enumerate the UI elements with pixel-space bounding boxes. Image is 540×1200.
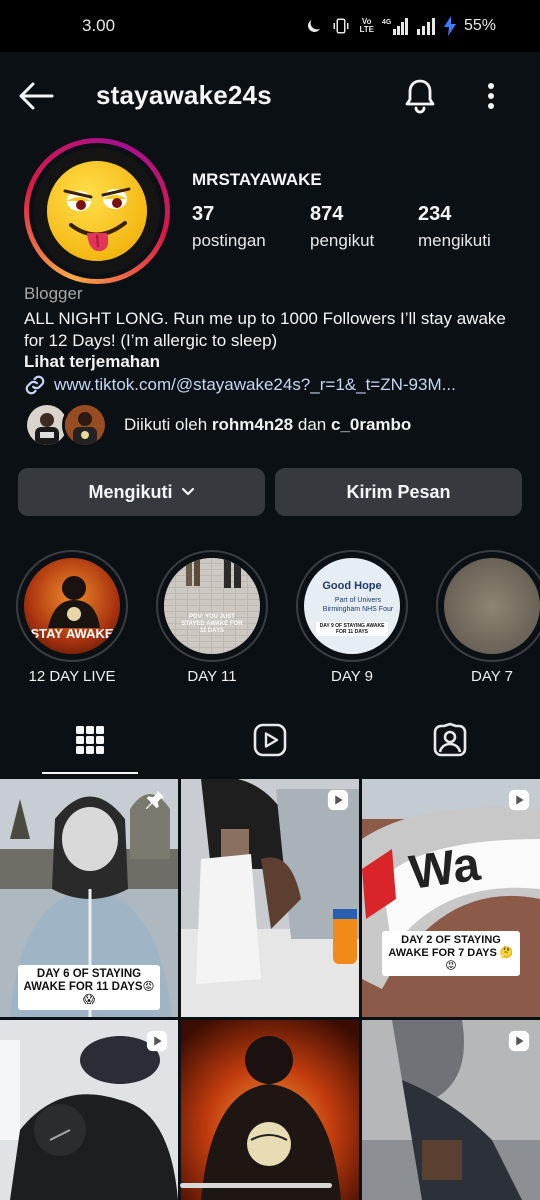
profile-link[interactable]: www.tiktok.com/@stayawake24s?_r=1&_t=ZN-… — [24, 374, 456, 396]
posts-count[interactable]: 37 postingan — [192, 203, 266, 251]
volte-icon: Vo LTE — [359, 17, 374, 34]
followers-count[interactable]: 874 pengikut — [310, 203, 374, 251]
highlight-label: DAY 9 — [331, 668, 373, 685]
grid-icon — [76, 726, 104, 754]
link-icon — [25, 375, 45, 395]
profile-header: stayawake24s — [0, 52, 540, 140]
profile-tabs — [0, 706, 540, 774]
highlight-day-11[interactable]: POV: YOU JUST STAYED AWAKE FOR 11 DAYS D… — [156, 550, 268, 685]
message-button[interactable]: Kirim Pesan — [275, 468, 522, 516]
followed-by-text: Diikuti oleh rohm4n28 dan c_0rambo — [124, 415, 412, 434]
signal-icon — [416, 17, 436, 35]
charging-icon — [443, 16, 456, 36]
reel-icon — [508, 1030, 530, 1052]
post-tile[interactable] — [181, 779, 359, 1017]
highlight-label: DAY 11 — [187, 668, 237, 685]
post-tile[interactable]: Wa DAY 2 OF STAYING AWAKE FOR 7 DAYS 🤔😡 — [362, 779, 540, 1017]
post-tile[interactable] — [0, 1020, 178, 1200]
profile-avatar-ring[interactable] — [24, 138, 170, 284]
pin-icon — [145, 790, 165, 810]
header-username: stayawake24s — [96, 80, 272, 110]
reel-icon — [327, 789, 349, 811]
highlight-label: 12 DAY LIVE — [28, 668, 116, 685]
tab-posts-grid[interactable] — [0, 706, 180, 774]
tagged-icon — [433, 722, 467, 757]
following-count[interactable]: 234 mengikuti — [418, 203, 491, 251]
highlight-day-7[interactable]: DAY 7 — [436, 550, 540, 685]
profile-link-text: www.tiktok.com/@stayawake24s?_r=1&_t=ZN-… — [54, 375, 456, 394]
vibrate-icon — [331, 17, 351, 35]
post-tile[interactable] — [181, 1020, 359, 1200]
profile-bio: ALL NIGHT LONG. Run me up to 1000 Follow… — [24, 309, 506, 350]
tab-tagged[interactable] — [360, 706, 540, 774]
highlight-day-9[interactable]: Good Hope Part of Univers Birmingham NHS… — [296, 550, 408, 685]
back-arrow-icon — [19, 82, 54, 110]
more-vertical-icon — [488, 83, 494, 109]
post-caption: DAY 2 OF STAYING AWAKE FOR 7 DAYS 🤔😡 — [382, 931, 520, 976]
profile-category: Blogger — [24, 284, 83, 303]
follower-avatar — [62, 402, 108, 448]
reel-icon — [146, 1030, 168, 1052]
signal-4g-icon: 4G — [382, 17, 408, 35]
highlight-12-day-live[interactable]: STAY AWAKE 12 DAY LIVE — [16, 550, 128, 685]
post-tile[interactable]: DAY 6 OF STAYING AWAKE FOR 11 DAYS😡😱 — [0, 779, 178, 1017]
highlight-label: DAY 7 — [471, 668, 513, 685]
chevron-down-icon — [181, 487, 194, 496]
notifications-button[interactable] — [400, 76, 440, 116]
tab-reels[interactable] — [180, 706, 360, 774]
reels-icon — [253, 723, 287, 757]
post-tile[interactable] — [362, 1020, 540, 1200]
status-time: 3.00 — [82, 16, 116, 35]
following-button[interactable]: Mengikuti — [18, 468, 265, 516]
moon-icon — [305, 17, 323, 35]
followed-by-row[interactable]: Diikuti oleh rohm4n28 dan c_0rambo — [24, 402, 411, 448]
display-name: MRSTAYAWAKE — [192, 170, 322, 189]
active-tab-indicator — [42, 772, 138, 774]
profile-avatar — [34, 148, 160, 274]
home-indicator[interactable] — [180, 1183, 332, 1188]
bell-icon — [405, 79, 435, 114]
status-icons: Vo LTE 4G 55% — [305, 16, 496, 36]
svg-text:Wa: Wa — [406, 838, 483, 900]
more-options-button[interactable] — [476, 78, 506, 114]
status-bar: 3.00 Vo LTE 4G 55% — [0, 0, 540, 52]
reel-icon — [508, 789, 530, 811]
see-translation-link[interactable]: Lihat terjemahan — [24, 352, 160, 372]
post-caption: DAY 6 OF STAYING AWAKE FOR 11 DAYS😡😱 — [18, 965, 160, 1010]
posts-grid: DAY 6 OF STAYING AWAKE FOR 11 DAYS😡😱 Wa — [0, 779, 540, 1200]
battery-percent: 55% — [463, 17, 496, 34]
back-button[interactable] — [16, 78, 56, 114]
svg-text:4G: 4G — [382, 19, 392, 26]
